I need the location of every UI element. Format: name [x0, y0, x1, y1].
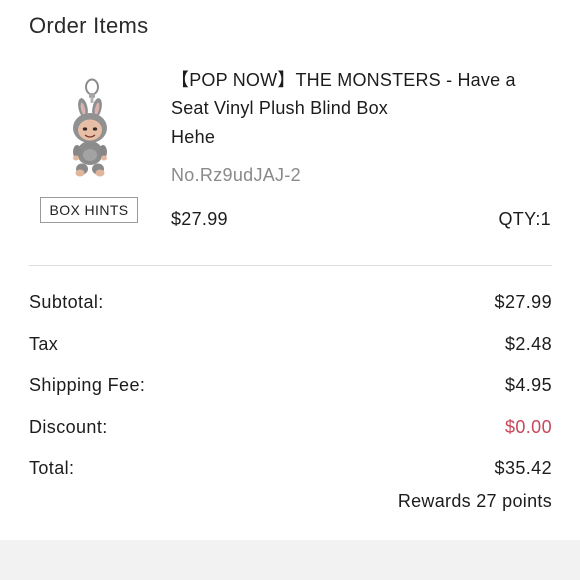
tax-label: Tax	[29, 334, 59, 354]
product-name[interactable]: 【POP NOW】THE MONSTERS - Have a Seat Viny…	[171, 66, 551, 122]
box-hints-button[interactable]: BOX HINTS	[40, 197, 138, 223]
rewards-points: Rewards 27 points	[397, 491, 552, 511]
order-items-title: Order Items	[29, 13, 149, 38]
discount-row: Discount: $0.00	[29, 417, 552, 441]
product-sku: No.Rz9udJAJ-2	[171, 165, 301, 185]
monster-plush-keychain-figure-icon	[73, 78, 107, 177]
shipping-fee-row: Shipping Fee: $4.95	[29, 375, 552, 399]
total-row: Total: $35.42	[29, 458, 552, 482]
section-separator-band	[0, 540, 580, 580]
shipping-fee-value: $4.95	[504, 375, 552, 395]
subtotal-row: Subtotal: $27.99	[29, 292, 552, 316]
discount-value: $0.00	[504, 417, 552, 437]
tax-value: $2.48	[504, 334, 552, 354]
shipping-fee-label: Shipping Fee:	[29, 375, 146, 395]
product-image[interactable]	[58, 78, 120, 180]
product-price: $27.99	[171, 209, 228, 229]
divider	[29, 265, 552, 266]
total-value: $35.42	[494, 458, 552, 478]
subtotal-value: $27.99	[494, 292, 552, 312]
total-label: Total:	[29, 458, 75, 478]
subtotal-label: Subtotal:	[29, 292, 104, 312]
tax-row: Tax $2.48	[29, 334, 552, 358]
product-quantity: QTY:1	[498, 209, 551, 229]
product-variant: Hehe	[171, 127, 216, 147]
discount-label: Discount:	[29, 417, 108, 437]
